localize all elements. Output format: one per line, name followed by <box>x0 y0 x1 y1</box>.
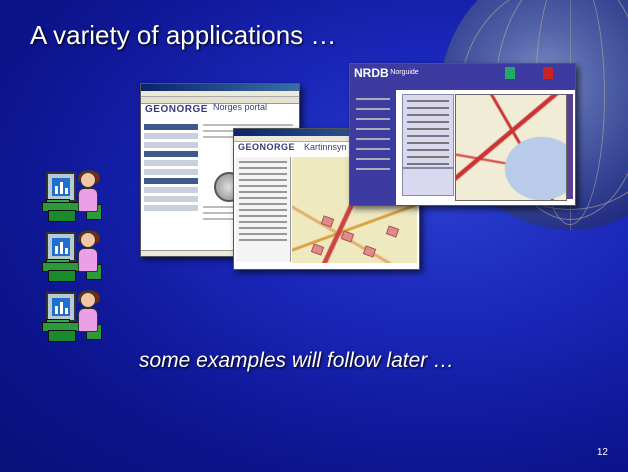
nrdb-heading: - Norguide <box>386 69 419 76</box>
slide: A variety of applications … GEONORGE Nor… <box>0 0 628 472</box>
nrdb-options-panel <box>402 94 454 168</box>
geonorge-heading: Norges portal <box>213 102 268 112</box>
geonorge-logo: GEONORGE <box>145 104 208 115</box>
nrdb-scrollbar <box>567 94 573 199</box>
kartinnsyn-heading: Kartinnsyn <box>304 142 347 152</box>
layer-list <box>236 157 291 262</box>
nrdb-sidebar <box>350 90 396 205</box>
person-at-computer-icon <box>42 288 102 343</box>
slide-subtitle: some examples will follow later … <box>139 349 455 372</box>
page-number: 12 <box>596 447 608 458</box>
person-at-computer-icon <box>42 228 102 283</box>
slide-title: A variety of applications … <box>30 20 337 50</box>
nrdb-norguide-screenshot: NRDB - Norguide <box>349 63 576 206</box>
kartinnsyn-logo: GEONORGE <box>238 142 296 152</box>
person-at-computer-icon <box>42 168 102 223</box>
nrdb-map-view <box>455 94 567 201</box>
nrdb-legend-panel <box>402 168 454 196</box>
emblem-icon <box>505 67 515 79</box>
emblem-icon <box>543 67 553 79</box>
nrdb-logo: NRDB <box>354 66 389 80</box>
